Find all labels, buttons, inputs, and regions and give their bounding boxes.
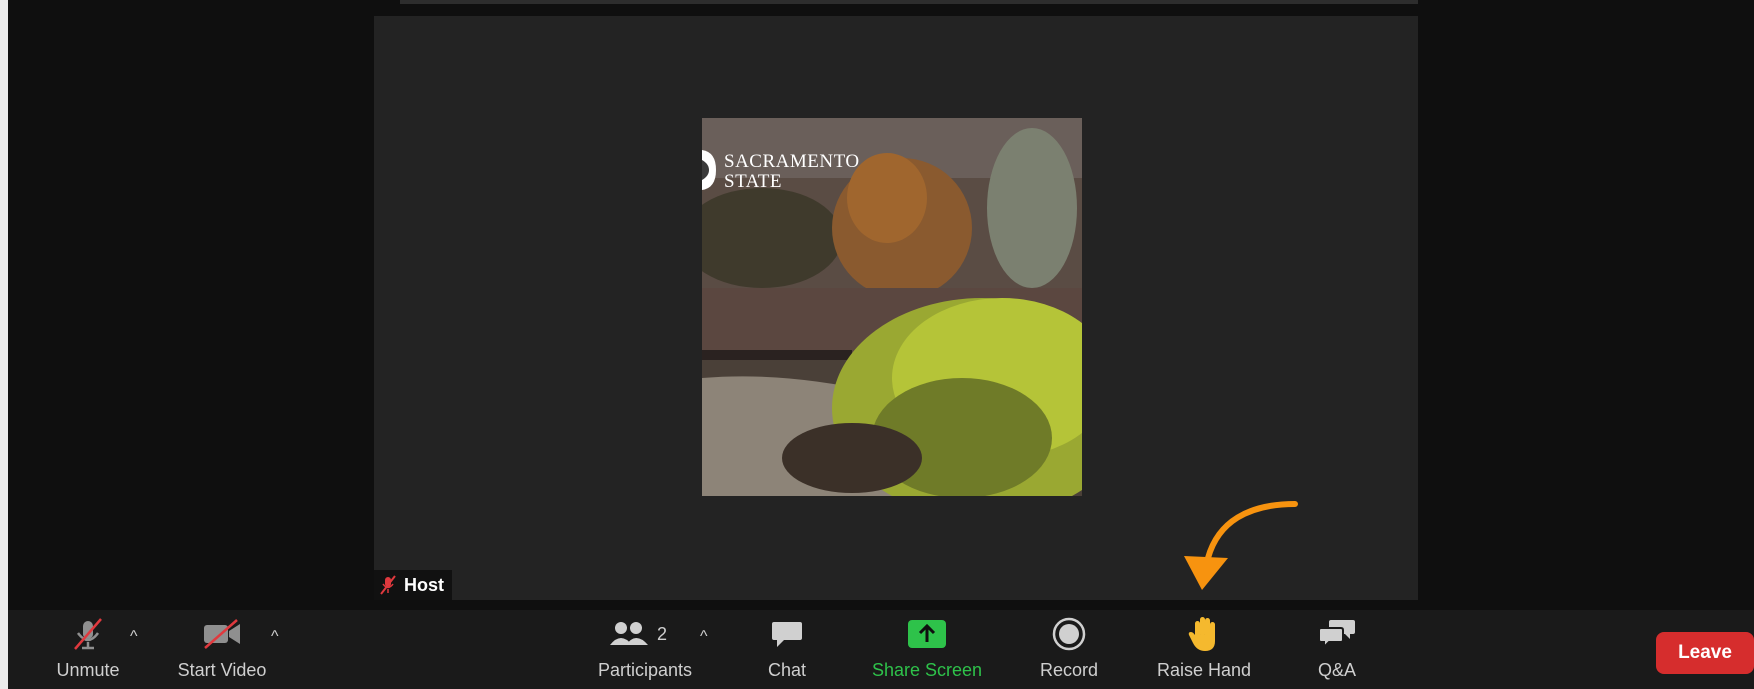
raise-hand-button[interactable]: Raise Hand: [1148, 610, 1260, 689]
chat-bubble-icon: [772, 622, 802, 647]
leave-button[interactable]: Leave: [1656, 632, 1754, 674]
video-options-caret[interactable]: ^: [271, 628, 279, 646]
video-off-icon: [204, 619, 240, 649]
participants-label: Participants: [597, 660, 693, 680]
raise-hand-label: Raise Hand: [1156, 660, 1252, 680]
brand-line-2: STATE: [724, 171, 782, 192]
brand-line-1: SACRAMENTO: [724, 151, 860, 172]
meeting-toolbar: Unmute ^ Start Video ^ 2 Participants ^ …: [8, 610, 1754, 689]
zoom-window: SACRAMENTO STATE Host Unmute ^ Start Vid…: [8, 0, 1754, 689]
participants-options-caret[interactable]: ^: [700, 628, 708, 646]
record-label: Record: [1039, 660, 1099, 680]
mic-off-icon: [74, 618, 102, 650]
mic-muted-icon: [380, 575, 396, 595]
unmute-button[interactable]: Unmute: [44, 610, 132, 689]
audio-options-caret[interactable]: ^: [130, 628, 138, 646]
host-name-tag: Host: [374, 570, 452, 600]
university-logo: SACRAMENTO STATE: [702, 146, 860, 194]
host-profile-picture: SACRAMENTO STATE: [702, 118, 1082, 496]
host-label-text: Host: [404, 574, 444, 595]
chat-button[interactable]: Chat: [752, 610, 822, 689]
start-video-label: Start Video: [177, 660, 267, 680]
share-screen-button[interactable]: Share Screen: [861, 610, 993, 689]
qa-button[interactable]: Q&A: [1304, 610, 1370, 689]
share-screen-label: Share Screen: [871, 660, 983, 680]
record-icon: [1052, 617, 1086, 651]
participants-button[interactable]: 2 Participants: [590, 610, 700, 689]
hornet-seal-icon: [702, 150, 716, 190]
participants-count: 2: [656, 623, 667, 644]
chat-label: Chat: [767, 660, 807, 680]
top-strip: [400, 0, 1418, 4]
share-screen-icon: [908, 620, 946, 648]
qa-label: Q&A: [1317, 660, 1356, 680]
unmute-label: Unmute: [56, 660, 120, 680]
qa-bubbles-icon: [1318, 620, 1355, 650]
record-button[interactable]: Record: [1028, 610, 1110, 689]
raise-hand-icon: [1188, 617, 1215, 651]
people-icon: [609, 622, 648, 645]
start-video-button[interactable]: Start Video: [166, 610, 278, 689]
arrow-annotation-icon: [1184, 501, 1298, 590]
